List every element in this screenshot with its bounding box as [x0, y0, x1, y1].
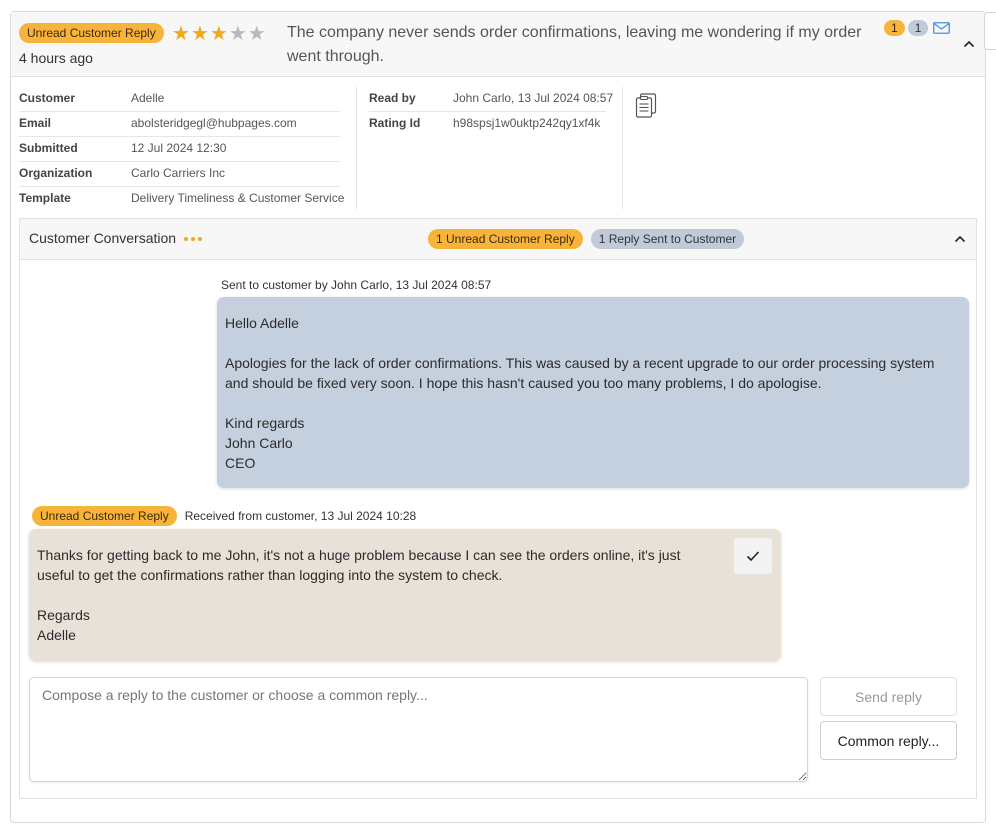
detail-value: abolsteridgegl@hubpages.com — [131, 116, 297, 130]
unread-reply-badge: 1 Unread Customer Reply — [428, 229, 583, 249]
detail-key: Customer — [19, 91, 76, 105]
conversation-header[interactable]: Customer Conversation 1 Unread Customer … — [20, 219, 976, 260]
star-icon: ★ — [209, 23, 229, 45]
more-dots-icon — [184, 237, 202, 241]
star-rating: ★★★★★ — [172, 21, 267, 46]
chevron-up-icon[interactable] — [952, 231, 968, 247]
star-empty-icon: ★ — [247, 23, 267, 45]
rating-comment: The company never sends order confirmati… — [287, 24, 862, 65]
side-panel-tab[interactable] — [984, 12, 996, 50]
unread-count-badge: 1 — [884, 20, 905, 36]
received-message: Thanks for getting back to me John, it's… — [29, 529, 781, 661]
send-reply-button[interactable]: Send reply — [820, 677, 957, 716]
chevron-up-icon[interactable] — [961, 36, 977, 52]
detail-key: Rating Id — [369, 116, 421, 130]
sent-reply-badge: 1 Reply Sent to Customer — [590, 229, 745, 249]
details-divider — [356, 87, 357, 209]
detail-row-rating-id: Rating Id h98spsj1w0uktp242qy1xf4k — [369, 112, 606, 137]
detail-row-customer: Customer Adelle — [19, 87, 340, 112]
conversation-badges: 1 Unread Customer Reply 1 Reply Sent to … — [428, 229, 745, 249]
rating-header[interactable]: Unread Customer Reply 4 hours ago ★★★★★ … — [11, 12, 985, 77]
message-body: Thanks for getting back to me John, it's… — [37, 547, 681, 643]
time-ago: 4 hours ago — [19, 50, 93, 66]
reply-counts: 1 1 — [884, 20, 951, 36]
detail-value: John Carlo, 13 Jul 2024 08:57 — [453, 91, 614, 105]
star-icon: ★ — [172, 23, 191, 45]
detail-value: Adelle — [131, 91, 165, 105]
detail-value[interactable]: h98spsj1w0uktp242qy1xf4k — [453, 112, 600, 134]
received-message-meta-row: Unread Customer Reply Received from cust… — [32, 506, 416, 526]
mail-icon — [933, 22, 951, 34]
detail-key: Submitted — [19, 141, 78, 155]
reply-textarea[interactable] — [29, 677, 808, 782]
sent-message-meta: Sent to customer by John Carlo, 13 Jul 2… — [221, 278, 492, 292]
details-divider — [622, 87, 623, 209]
detail-key: Organization — [19, 166, 93, 180]
common-reply-button[interactable]: Common reply... — [820, 721, 957, 760]
message-body: Hello Adelle Apologies for the lack of o… — [225, 315, 935, 471]
detail-key: Read by — [369, 91, 416, 105]
star-empty-icon: ★ — [228, 23, 248, 45]
detail-row-organization: Organization Carlo Carriers Inc — [19, 162, 340, 187]
customer-conversation: Customer Conversation 1 Unread Customer … — [19, 218, 977, 799]
detail-key: Template — [19, 191, 71, 205]
sent-count-badge: 1 — [907, 20, 929, 36]
unread-reply-badge: Unread Customer Reply — [32, 506, 177, 526]
clipboard-icon[interactable] — [635, 93, 657, 119]
detail-row-template: Template Delivery Timeliness & Customer … — [19, 187, 344, 212]
conversation-title: Customer Conversation — [29, 230, 177, 246]
detail-row-email: Email abolsteridgegl@hubpages.com — [19, 112, 340, 137]
detail-value: 12 Jul 2024 12:30 — [131, 141, 227, 155]
received-message-meta: Received from customer, 13 Jul 2024 10:2… — [184, 509, 417, 523]
mark-read-button[interactable] — [733, 537, 773, 575]
status-badge: Unread Customer Reply — [19, 23, 164, 43]
checkmark-icon — [746, 551, 760, 562]
rating-card: Unread Customer Reply 4 hours ago ★★★★★ … — [10, 11, 986, 823]
star-icon: ★ — [190, 23, 210, 45]
sent-message: Hello Adelle Apologies for the lack of o… — [217, 297, 969, 488]
detail-row-submitted: Submitted 12 Jul 2024 12:30 — [19, 137, 340, 162]
detail-key: Email — [19, 116, 52, 130]
detail-value: Carlo Carriers Inc — [131, 166, 226, 180]
detail-value: Delivery Timeliness & Customer Service — [131, 191, 345, 205]
detail-row-read-by: Read by John Carlo, 13 Jul 2024 08:57 — [369, 87, 613, 112]
